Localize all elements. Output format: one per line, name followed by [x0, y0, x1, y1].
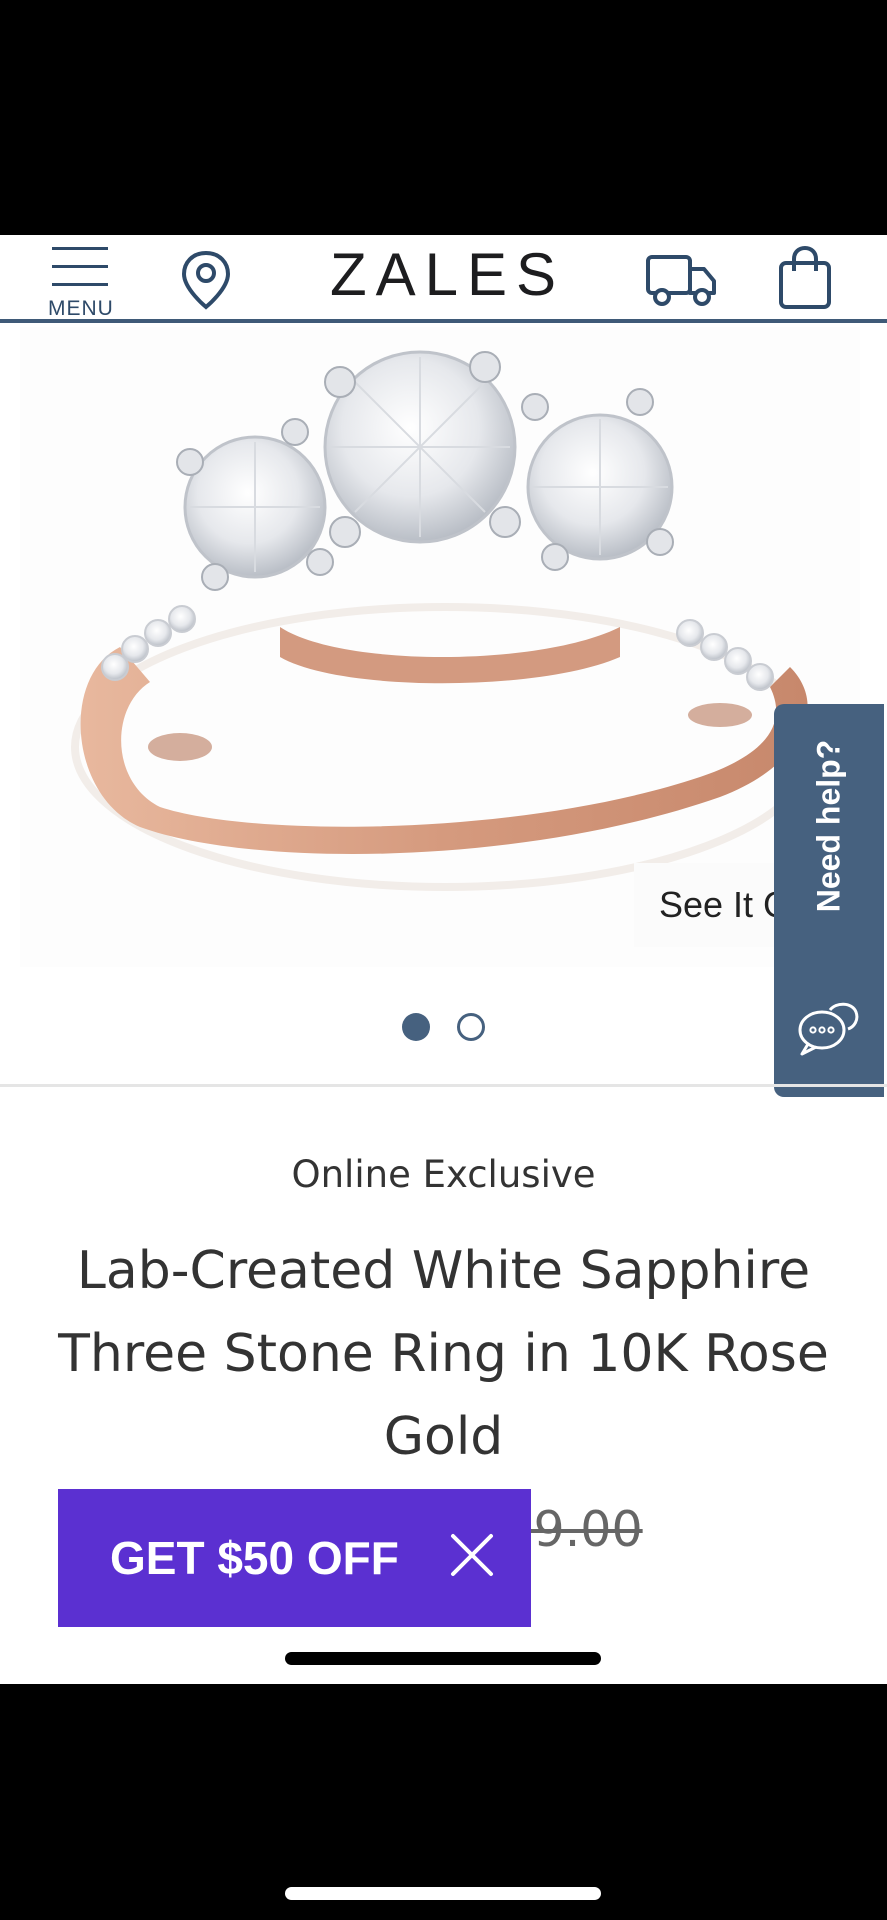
bottom-black-area — [0, 1684, 887, 1920]
menu-button[interactable]: MENU — [48, 239, 120, 321]
status-bar-area — [0, 0, 887, 235]
section-divider — [0, 1084, 887, 1087]
carousel-dots — [0, 1013, 887, 1043]
menu-label: MENU — [48, 297, 114, 320]
online-exclusive-badge: Online Exclusive — [291, 1153, 596, 1196]
promo-label: GET $50 OFF — [110, 1532, 399, 1584]
truck-icon[interactable] — [644, 251, 718, 311]
home-indicator — [285, 1652, 601, 1665]
product-image-carousel[interactable]: See It On Need help? — [0, 327, 887, 1097]
close-icon[interactable] — [449, 1532, 495, 1578]
menu-icon — [52, 247, 108, 250]
app-screen: MENU ZALES See It On Need help? Online E… — [0, 235, 887, 1684]
menu-icon-bar — [52, 283, 108, 286]
carousel-dot-2[interactable] — [457, 1013, 485, 1041]
menu-icon-bar — [52, 265, 108, 268]
home-indicator-bar — [285, 1887, 601, 1900]
location-pin-icon[interactable] — [178, 249, 234, 311]
need-help-label: Need help? — [810, 739, 847, 913]
carousel-dot-1[interactable] — [402, 1013, 430, 1041]
site-header: MENU ZALES — [0, 235, 887, 323]
product-title: Lab-Created White Sapphire Three Stone R… — [58, 1241, 829, 1467]
promo-banner[interactable]: GET $50 OFF — [58, 1489, 531, 1627]
shopping-bag-icon[interactable] — [776, 245, 834, 311]
zales-logo[interactable]: ZALES — [330, 241, 556, 309]
